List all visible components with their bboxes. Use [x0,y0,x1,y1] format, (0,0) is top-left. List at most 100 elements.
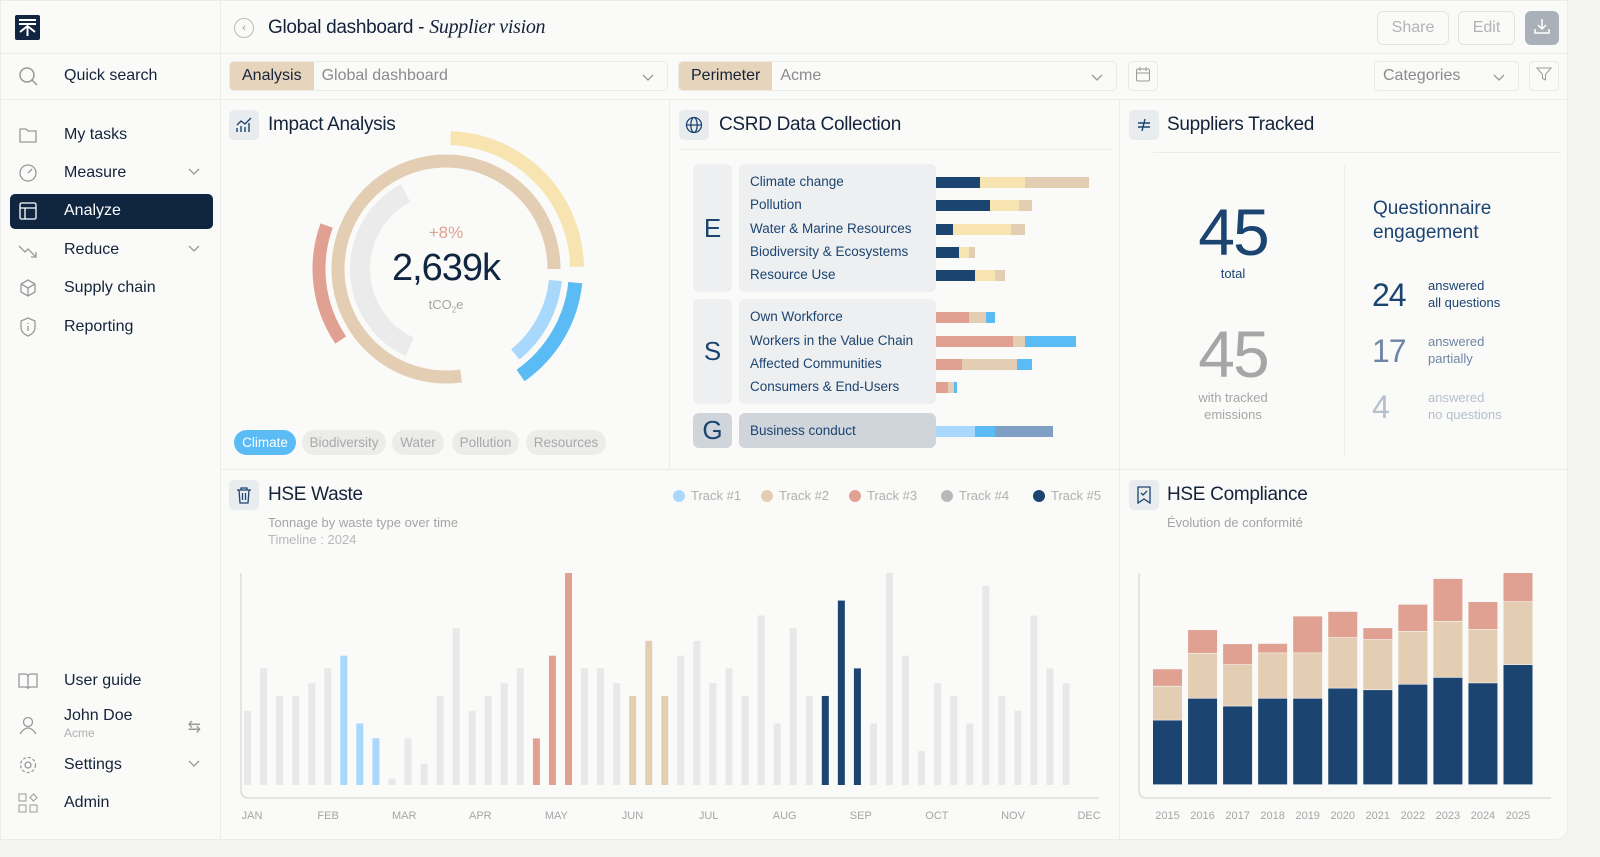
waste-bar[interactable] [629,695,637,785]
perimeter-dropdown[interactable]: Perimeter Acme [678,61,1117,91]
sidebar-item-settings[interactable]: Settings [10,747,213,782]
sidebar-item-supply-chain[interactable]: Supply chain [10,271,213,306]
waste-bar[interactable] [693,640,701,785]
legend-item[interactable]: Track #3 [849,488,917,503]
legend-item[interactable]: Track #1 [673,488,741,503]
waste-bar[interactable] [837,600,845,785]
waste-bar[interactable] [484,695,492,785]
waste-bar[interactable] [709,683,717,785]
csrd-topic[interactable]: Affected Communities [750,356,882,372]
filter-pill-climate[interactable]: Climate [234,430,296,455]
csrd-topic[interactable]: Business conduct [750,423,856,439]
waste-bar[interactable] [388,778,396,785]
waste-bar[interactable] [869,723,877,785]
waste-bar[interactable] [982,585,990,785]
compliance-bar-segment[interactable] [1363,639,1393,690]
waste-bar[interactable] [677,655,685,785]
waste-bar[interactable] [244,710,251,785]
filter-pill-water[interactable]: Water [392,430,444,455]
waste-bar[interactable] [548,655,556,785]
waste-bar[interactable] [292,695,300,785]
analysis-dropdown[interactable]: Analysis Global dashboard [229,61,668,91]
filter-pill-biodiversity[interactable]: Biodiversity [302,430,386,455]
compliance-bar-segment[interactable] [1363,690,1393,785]
compliance-bar-segment[interactable] [1188,698,1218,785]
csrd-topic[interactable]: Own Workforce [750,309,843,325]
waste-bar[interactable] [998,695,1006,785]
compliance-bar-segment[interactable] [1223,644,1253,665]
compliance-bar-segment[interactable] [1468,683,1498,785]
waste-bar[interactable] [934,683,942,785]
back-button[interactable]: ‹ [234,18,254,38]
csrd-topic[interactable]: Resource Use [750,267,836,283]
waste-bar[interactable] [613,683,621,785]
waste-bar[interactable] [773,723,781,785]
download-button[interactable] [1525,11,1559,45]
compliance-bar-segment[interactable] [1503,664,1533,785]
waste-bar[interactable] [436,695,444,785]
compliance-bar-segment[interactable] [1153,720,1182,785]
compliance-bar-segment[interactable] [1398,604,1428,632]
compliance-bar-segment[interactable] [1258,643,1288,653]
waste-bar[interactable] [420,763,428,785]
waste-bar[interactable] [276,695,284,785]
waste-bar[interactable] [950,695,958,785]
waste-bar[interactable] [886,573,893,785]
waste-bar[interactable] [260,668,268,785]
waste-bar[interactable] [902,655,910,785]
csrd-topic[interactable]: Climate change [750,174,844,190]
legend-item[interactable]: Track #2 [761,488,829,503]
waste-bar[interactable] [966,723,974,785]
compliance-bar-segment[interactable] [1398,631,1428,684]
waste-bar[interactable] [356,723,364,785]
compliance-bar-segment[interactable] [1258,698,1288,785]
csrd-topic[interactable]: Water & Marine Resources [750,221,912,237]
waste-bar[interactable] [805,695,813,785]
compliance-bar-segment[interactable] [1223,706,1253,785]
compliance-bar-segment[interactable] [1293,616,1323,653]
compliance-bar-segment[interactable] [1293,698,1323,785]
waste-bar[interactable] [757,615,765,785]
waste-bar[interactable] [918,751,926,785]
compliance-bar-segment[interactable] [1188,630,1218,653]
sidebar-item-reporting[interactable]: Reporting [10,309,213,344]
compliance-bar-segment[interactable] [1363,628,1393,640]
csrd-topic[interactable]: Biodiversity & Ecosystems [750,244,908,260]
waste-bar[interactable] [324,668,332,785]
sidebar-item-analyze[interactable]: Analyze [10,193,213,229]
compliance-bar-segment[interactable] [1328,611,1358,638]
logo[interactable] [15,15,40,40]
compliance-bar-segment[interactable] [1328,637,1358,688]
sidebar-item-measure[interactable]: Measure [10,155,213,190]
legend-item[interactable]: Track #4 [941,488,1009,503]
compliance-bar-segment[interactable] [1258,653,1288,698]
waste-bar[interactable] [340,655,348,785]
waste-bar[interactable] [597,668,605,785]
compliance-bar-segment[interactable] [1293,653,1323,698]
edit-button[interactable]: Edit [1458,11,1515,45]
waste-bar[interactable] [821,695,829,785]
waste-bar[interactable] [789,628,797,785]
sidebar-item-admin[interactable]: Admin [10,785,213,820]
waste-bar[interactable] [741,695,749,785]
compliance-bar-segment[interactable] [1503,573,1533,602]
waste-bar[interactable] [404,738,412,785]
waste-bar[interactable] [532,738,540,785]
waste-bar[interactable] [581,668,589,785]
waste-bar[interactable] [725,668,733,785]
waste-bar[interactable] [1062,683,1070,785]
waste-bar[interactable] [1014,710,1022,785]
waste-bar[interactable] [500,683,508,785]
waste-bar[interactable] [308,683,316,785]
compliance-bar-segment[interactable] [1188,653,1218,698]
waste-bar[interactable] [645,640,653,785]
categories-dropdown[interactable]: Categories [1374,61,1519,91]
compliance-bar-segment[interactable] [1433,621,1463,678]
waste-bar[interactable] [565,573,572,785]
share-button[interactable]: Share [1377,11,1449,45]
compliance-bar-segment[interactable] [1328,688,1358,785]
compliance-bar-segment[interactable] [1468,602,1498,630]
compliance-bar-segment[interactable] [1398,684,1428,785]
user-profile[interactable]: John Doe Acme ⇆ [10,705,213,745]
compliance-bar-segment[interactable] [1433,677,1463,785]
